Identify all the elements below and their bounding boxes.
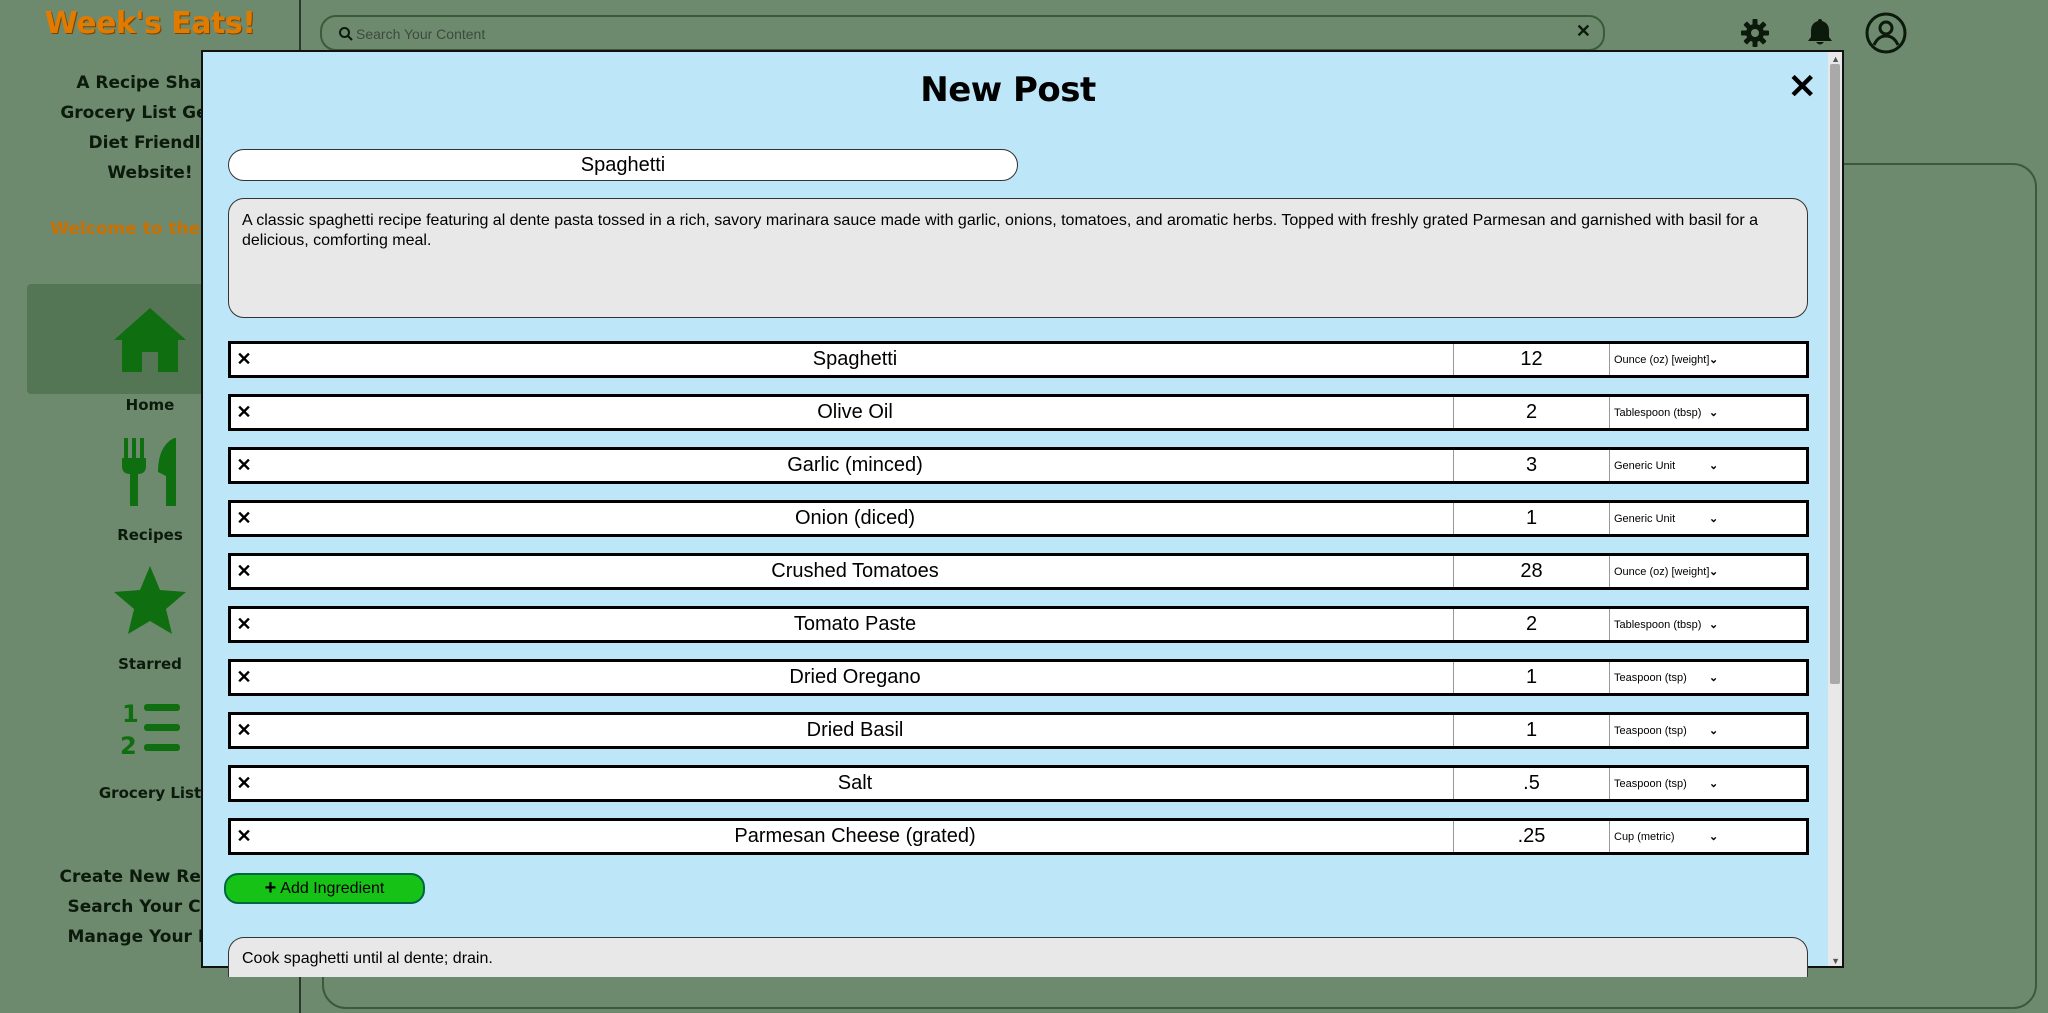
- svg-text:2: 2: [120, 732, 137, 760]
- remove-ingredient-icon[interactable]: ✕: [231, 614, 257, 635]
- ingredient-name-input[interactable]: Crushed Tomatoes: [257, 556, 1454, 587]
- chevron-down-icon: ⌄: [1709, 725, 1719, 737]
- unit-label: Ounce (oz) [weight]: [1614, 353, 1709, 366]
- chevron-down-icon: ⌄: [1709, 778, 1719, 790]
- ingredient-row: ✕ Salt .5 Teaspoon (tsp) ⌄: [228, 765, 1809, 802]
- remove-ingredient-icon[interactable]: ✕: [231, 561, 257, 582]
- ingredient-qty-input[interactable]: 28: [1454, 556, 1610, 587]
- new-post-modal: New Post ✕ A classic spaghetti recipe fe…: [201, 50, 1844, 977]
- ingredient-name-input[interactable]: Garlic (minced): [257, 450, 1454, 481]
- ingredient-row: ✕ Spaghetti 12 Ounce (oz) [weight] ⌄: [228, 341, 1809, 378]
- star-icon[interactable]: [110, 560, 190, 640]
- ingredient-name-input[interactable]: Onion (diced): [257, 503, 1454, 534]
- ingredient-qty-input[interactable]: 2: [1454, 397, 1610, 428]
- ingredient-unit-select[interactable]: Ounce (oz) [weight] ⌄: [1610, 353, 1806, 367]
- ingredient-row: ✕ Tomato Paste 2 Tablespoon (tbsp) ⌄: [228, 606, 1809, 643]
- ingredient-unit-select[interactable]: Cup (metric) ⌄: [1610, 830, 1806, 844]
- recipe-step-textarea[interactable]: Cook spaghetti until al dente; drain.: [228, 937, 1808, 977]
- ingredient-name-input[interactable]: Salt: [257, 768, 1454, 799]
- chevron-down-icon: ⌄: [1709, 354, 1719, 366]
- chevron-down-icon: ⌄: [1709, 619, 1719, 631]
- ingredient-row: ✕ Onion (diced) 1 Generic Unit ⌄: [228, 500, 1809, 537]
- search-input[interactable]: [356, 23, 1536, 45]
- ingredient-unit-select[interactable]: Teaspoon (tsp) ⌄: [1610, 777, 1806, 791]
- ingredient-unit-select[interactable]: Tablespoon (tbsp) ⌄: [1610, 406, 1806, 420]
- gear-icon[interactable]: [1740, 18, 1770, 48]
- recipe-description-textarea[interactable]: A classic spaghetti recipe featuring al …: [228, 198, 1808, 318]
- ingredient-qty-input[interactable]: .5: [1454, 768, 1610, 799]
- chevron-down-icon: ⌄: [1709, 566, 1719, 578]
- plus-icon: +: [264, 877, 277, 899]
- unit-label: Tablespoon (tbsp): [1614, 618, 1702, 631]
- chevron-down-icon: ⌄: [1709, 513, 1719, 525]
- utensils-icon[interactable]: [110, 432, 190, 512]
- ingredient-row: ✕ Garlic (minced) 3 Generic Unit ⌄: [228, 447, 1809, 484]
- ingredient-row: ✕ Crushed Tomatoes 28 Ounce (oz) [weight] ⌄: [228, 553, 1809, 590]
- ingredient-qty-input[interactable]: 1: [1454, 662, 1610, 693]
- unit-label: Tablespoon (tbsp): [1614, 406, 1702, 419]
- add-ingredient-label: Add Ingredient: [280, 879, 385, 897]
- ingredient-unit-select[interactable]: Teaspoon (tsp) ⌄: [1610, 724, 1806, 738]
- unit-label: Cup (metric): [1614, 830, 1675, 843]
- scroll-down-icon[interactable]: ▼: [1831, 956, 1840, 966]
- unit-label: Teaspoon (tsp): [1614, 724, 1687, 737]
- ingredient-unit-select[interactable]: Generic Unit ⌄: [1610, 512, 1806, 526]
- recipe-title-input[interactable]: [228, 149, 1018, 181]
- remove-ingredient-icon[interactable]: ✕: [231, 402, 257, 423]
- ingredient-name-input[interactable]: Olive Oil: [257, 397, 1454, 428]
- search-bar: ✕: [320, 15, 1605, 51]
- modal-title: New Post: [920, 70, 1096, 110]
- add-ingredient-button[interactable]: + Add Ingredient: [224, 873, 425, 904]
- brand-logo[interactable]: Week's Eats!: [0, 6, 300, 41]
- ingredient-unit-select[interactable]: Generic Unit ⌄: [1610, 459, 1806, 473]
- search-icon: [339, 27, 353, 41]
- ingredient-unit-select[interactable]: Tablespoon (tbsp) ⌄: [1610, 618, 1806, 632]
- ingredient-name-input[interactable]: Dried Basil: [257, 715, 1454, 746]
- close-icon[interactable]: ✕: [1788, 70, 1817, 104]
- svg-text:1: 1: [122, 700, 139, 728]
- remove-ingredient-icon[interactable]: ✕: [231, 773, 257, 794]
- remove-ingredient-icon[interactable]: ✕: [231, 826, 257, 847]
- user-circle-icon[interactable]: [1865, 12, 1907, 54]
- ingredient-row: ✕ Parmesan Cheese (grated) .25 Cup (metric)…: [228, 818, 1809, 855]
- chevron-down-icon: ⌄: [1709, 831, 1719, 843]
- scroll-up-icon[interactable]: ▲: [1831, 54, 1840, 64]
- remove-ingredient-icon[interactable]: ✕: [231, 508, 257, 529]
- remove-ingredient-icon[interactable]: ✕: [231, 455, 257, 476]
- scroll-thumb[interactable]: [1830, 64, 1840, 684]
- ingredient-qty-input[interactable]: 1: [1454, 715, 1610, 746]
- ingredient-unit-select[interactable]: Ounce (oz) [weight] ⌄: [1610, 565, 1806, 579]
- remove-ingredient-icon[interactable]: ✕: [231, 667, 257, 688]
- ingredient-qty-input[interactable]: 1: [1454, 503, 1610, 534]
- ingredient-qty-input[interactable]: 2: [1454, 609, 1610, 640]
- ingredient-name-input[interactable]: Parmesan Cheese (grated): [257, 821, 1454, 852]
- ingredient-row: ✕ Dried Basil 1 Teaspoon (tsp) ⌄: [228, 712, 1809, 749]
- unit-label: Generic Unit: [1614, 512, 1676, 525]
- chevron-down-icon: ⌄: [1709, 672, 1719, 684]
- unit-label: Generic Unit: [1614, 459, 1676, 472]
- home-icon[interactable]: [110, 300, 190, 380]
- bell-icon[interactable]: [1806, 17, 1834, 47]
- remove-ingredient-icon[interactable]: ✕: [231, 349, 257, 370]
- ingredient-name-input[interactable]: Dried Oregano: [257, 662, 1454, 693]
- ingredient-row: ✕ Olive Oil 2 Tablespoon (tbsp) ⌄: [228, 394, 1809, 431]
- chevron-down-icon: ⌄: [1709, 460, 1719, 472]
- unit-label: Ounce (oz) [weight]: [1614, 565, 1709, 578]
- ingredient-qty-input[interactable]: 3: [1454, 450, 1610, 481]
- ingredient-name-input[interactable]: Tomato Paste: [257, 609, 1454, 640]
- ingredient-qty-input[interactable]: 12: [1454, 344, 1610, 375]
- list-ol-icon[interactable]: 1 2: [110, 688, 190, 768]
- unit-label: Teaspoon (tsp): [1614, 777, 1687, 790]
- ingredient-name-input[interactable]: Spaghetti: [257, 344, 1454, 375]
- modal-scrollbar[interactable]: ▲ ▼: [1828, 52, 1842, 966]
- ingredient-row: ✕ Dried Oregano 1 Teaspoon (tsp) ⌄: [228, 659, 1809, 696]
- remove-ingredient-icon[interactable]: ✕: [231, 720, 257, 741]
- unit-label: Teaspoon (tsp): [1614, 671, 1687, 684]
- search-clear-icon[interactable]: ✕: [1576, 21, 1591, 42]
- chevron-down-icon: ⌄: [1709, 407, 1719, 419]
- ingredient-unit-select[interactable]: Teaspoon (tsp) ⌄: [1610, 671, 1806, 685]
- ingredient-qty-input[interactable]: .25: [1454, 821, 1610, 852]
